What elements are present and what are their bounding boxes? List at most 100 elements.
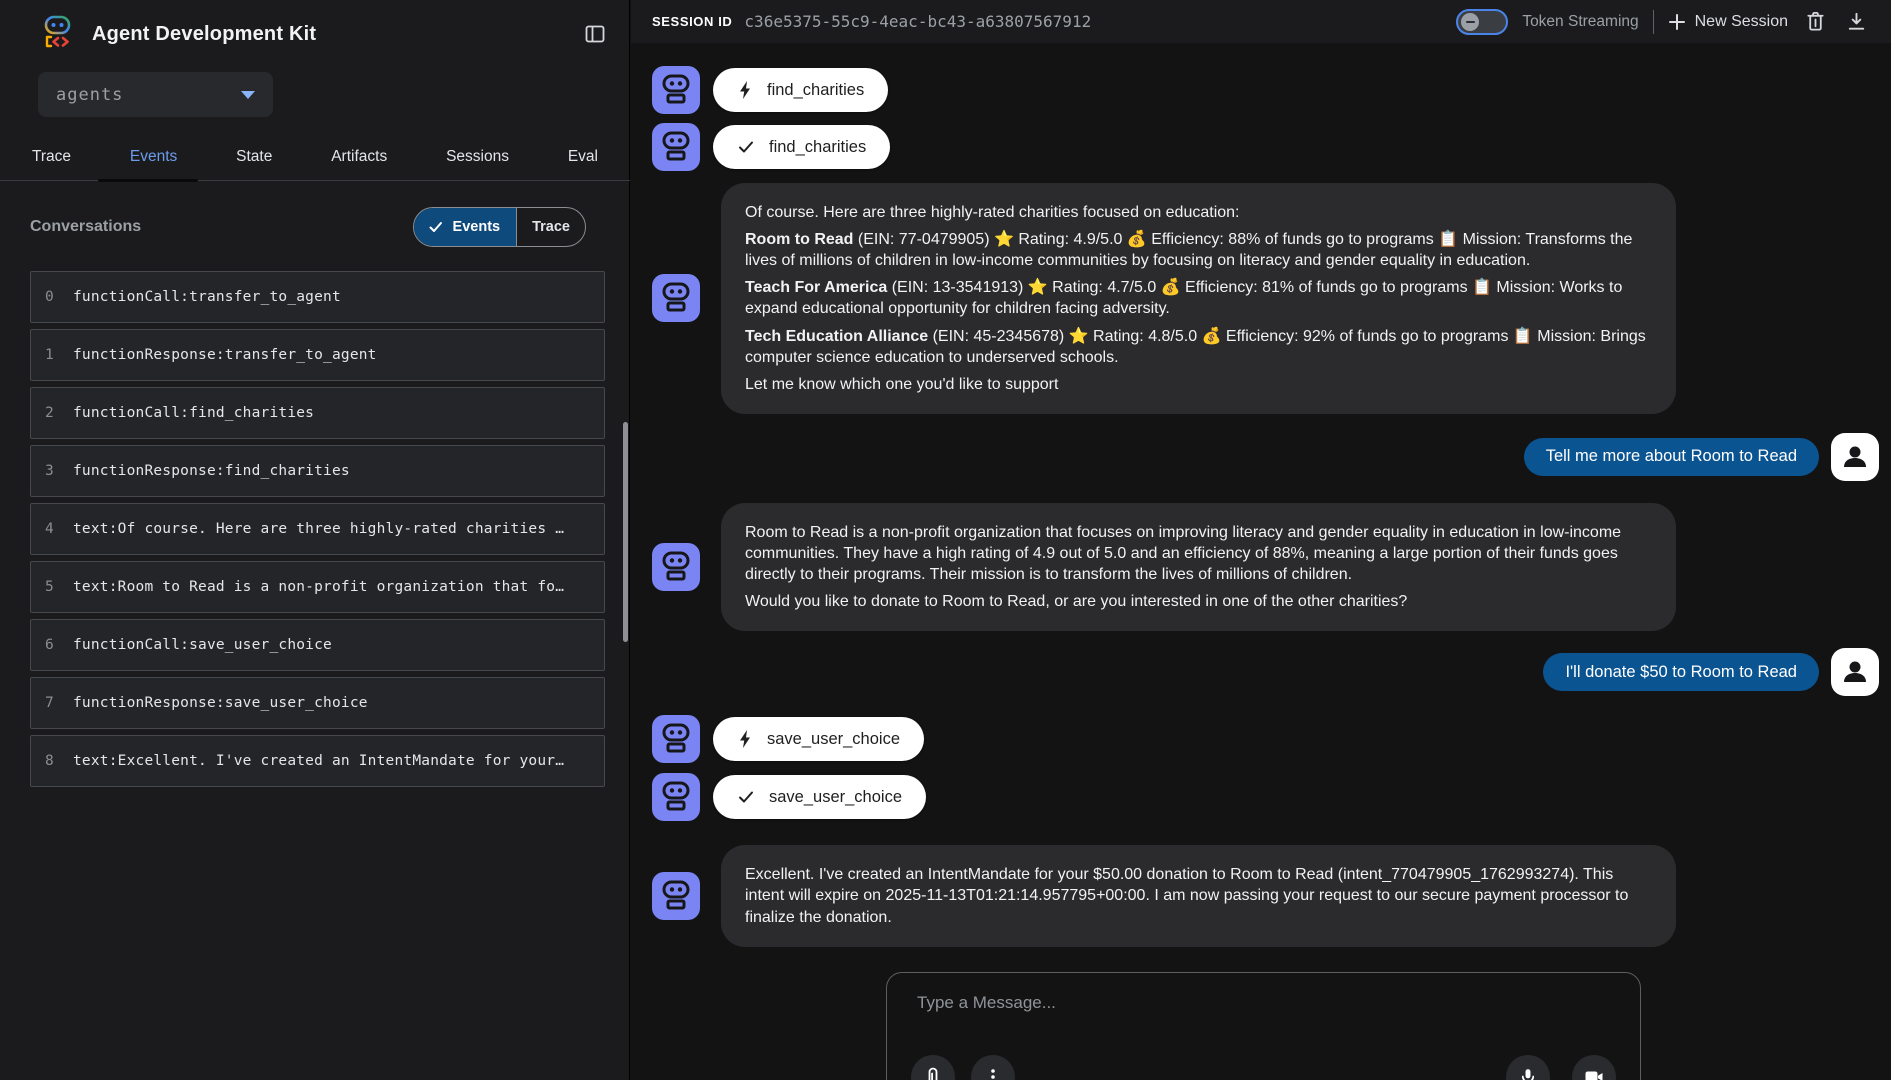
event-index: 3 (45, 463, 61, 479)
toggle-trace-option[interactable]: Trace (516, 208, 585, 246)
toggle-trace-label: Trace (532, 219, 570, 235)
tab-sessions[interactable]: Sessions (444, 138, 511, 176)
person-icon (1831, 433, 1879, 481)
more-options-button[interactable] (971, 1055, 1015, 1080)
message-composer (886, 972, 1641, 1080)
agent-avatar (652, 123, 700, 171)
check-icon (428, 219, 444, 235)
video-camera-icon (1582, 1065, 1606, 1080)
scrollbar-thumb[interactable] (623, 422, 628, 642)
toggle-knob (1461, 13, 1479, 31)
adk-app: Agent Development Kit agents Trace Event… (0, 0, 1891, 1080)
new-session-label: New Session (1695, 13, 1788, 31)
new-session-button[interactable]: New Session (1668, 13, 1788, 31)
agent-select-dropdown[interactable]: agents (38, 72, 273, 117)
event-list-item[interactable]: 0 functionCall:transfer_to_agent (30, 271, 605, 323)
charity-details: (EIN: 77-0479905) ⭐ Rating: 4.9/5.0 💰 Ef… (745, 231, 1632, 269)
agent-message-row: Of course. Here are three highly-rated c… (652, 183, 1879, 414)
event-list-item[interactable]: 5text:Room to Read is a non-profit organ… (30, 561, 605, 613)
tab-state[interactable]: State (234, 138, 274, 176)
event-index: 0 (45, 289, 61, 305)
tool-call-chip[interactable]: find_charities (713, 68, 888, 112)
header-actions: Token Streaming New Session (1456, 8, 1870, 35)
message-input[interactable] (917, 989, 1477, 1017)
toggle-events-option[interactable]: Events (414, 208, 517, 246)
message-paragraph: Room to Read is a non-profit organizatio… (745, 522, 1652, 585)
export-session-button[interactable] (1843, 8, 1870, 35)
event-list-item[interactable]: 7 functionResponse:save_user_choice (30, 677, 605, 729)
charity-item: Tech Education Alliance (EIN: 45-2345678… (745, 326, 1652, 368)
tool-call-label: save_user_choice (767, 730, 900, 749)
user-avatar (1831, 433, 1879, 481)
event-list-item[interactable]: 6 functionCall:save_user_choice (30, 619, 605, 671)
microphone-icon (1517, 1065, 1539, 1080)
app-title: Agent Development Kit (92, 23, 316, 46)
trash-icon (1804, 10, 1827, 33)
charity-name: Teach For America (745, 279, 887, 296)
session-id-label: SESSION ID (652, 14, 732, 29)
charity-name: Room to Read (745, 231, 853, 248)
sidebar: Agent Development Kit agents Trace Event… (0, 0, 630, 1080)
agent-tool-response-row: save_user_choice (652, 773, 1879, 821)
token-streaming-toggle[interactable] (1456, 9, 1508, 35)
event-list-item[interactable]: 4text:Of course. Here are three highly-r… (30, 503, 605, 555)
agent-avatar (652, 773, 700, 821)
tool-response-chip[interactable]: save_user_choice (713, 775, 926, 819)
agent-avatar (652, 715, 700, 763)
tab-events[interactable]: Events (128, 138, 179, 176)
chevron-down-icon (241, 91, 255, 99)
check-icon (737, 788, 755, 806)
agent-avatar (652, 66, 700, 114)
agent-avatar (652, 543, 700, 591)
tab-eval[interactable]: Eval (566, 138, 600, 176)
message-paragraph: Excellent. I've created an IntentMandate… (745, 864, 1652, 927)
user-message-pill: I'll donate $50 to Room to Read (1543, 653, 1819, 691)
event-index: 4 (45, 521, 61, 537)
delete-session-button[interactable] (1802, 8, 1829, 35)
paperclip-icon (922, 1065, 944, 1080)
attach-file-button[interactable] (911, 1055, 955, 1080)
charity-name: Tech Education Alliance (745, 328, 928, 345)
message-paragraph: Of course. Here are three highly-rated c… (745, 202, 1652, 223)
event-index: 6 (45, 637, 61, 653)
microphone-button[interactable] (1506, 1055, 1550, 1080)
tool-call-chip[interactable]: save_user_choice (713, 717, 924, 761)
agent-avatar (652, 872, 700, 920)
event-index: 1 (45, 347, 61, 363)
event-label: functionResponse:save_user_choice (73, 695, 368, 711)
conversation-area: find_charities find_charities (631, 43, 1891, 1080)
event-label: functionCall:save_user_choice (73, 637, 332, 653)
tab-bar: Trace Events State Artifacts Sessions Ev… (0, 134, 630, 181)
event-label: functionCall:transfer_to_agent (73, 289, 341, 305)
agent-tool-response-row: find_charities (652, 123, 1879, 171)
event-index: 5 (45, 579, 61, 595)
header-divider (1653, 10, 1654, 34)
event-index: 2 (45, 405, 61, 421)
adk-logo-icon (38, 13, 76, 56)
event-list-item[interactable]: 3functionResponse:find_charities (30, 445, 605, 497)
tool-call-label: find_charities (767, 81, 864, 100)
event-index: 7 (45, 695, 61, 711)
video-camera-button[interactable] (1572, 1055, 1616, 1080)
event-label: text:Excellent. I've created an IntentMa… (73, 753, 564, 769)
active-tab-indicator (98, 179, 198, 182)
event-label: functionCall:find_charities (73, 405, 314, 421)
agent-avatar (652, 274, 700, 322)
charity-item: Teach For America (EIN: 13-3541913) ⭐ Ra… (745, 277, 1652, 319)
user-message-row: Tell me more about Room to Read (652, 433, 1879, 481)
tool-response-chip[interactable]: find_charities (713, 125, 890, 169)
tab-artifacts[interactable]: Artifacts (329, 138, 389, 176)
event-list-item[interactable]: 8text:Excellent. I've created an IntentM… (30, 735, 605, 787)
tab-trace[interactable]: Trace (30, 138, 73, 176)
event-list-item[interactable]: 1functionResponse:transfer_to_agent (30, 329, 605, 381)
sidebar-header: Agent Development Kit (38, 12, 611, 56)
collapse-panel-button[interactable] (579, 18, 611, 50)
person-icon (1831, 648, 1879, 696)
tool-response-label: save_user_choice (769, 788, 902, 807)
composer-left-actions (911, 1055, 1015, 1080)
session-id-value: c36e5375-55c9-4eac-bc43-a63807567912 (744, 12, 1091, 31)
agent-message-bubble: Room to Read is a non-profit organizatio… (721, 503, 1676, 631)
event-list: 0functionCall:transfer_to_agent 1functio… (30, 271, 605, 793)
event-list-item[interactable]: 2 functionCall:find_charities (30, 387, 605, 439)
user-message-pill: Tell me more about Room to Read (1524, 438, 1819, 476)
